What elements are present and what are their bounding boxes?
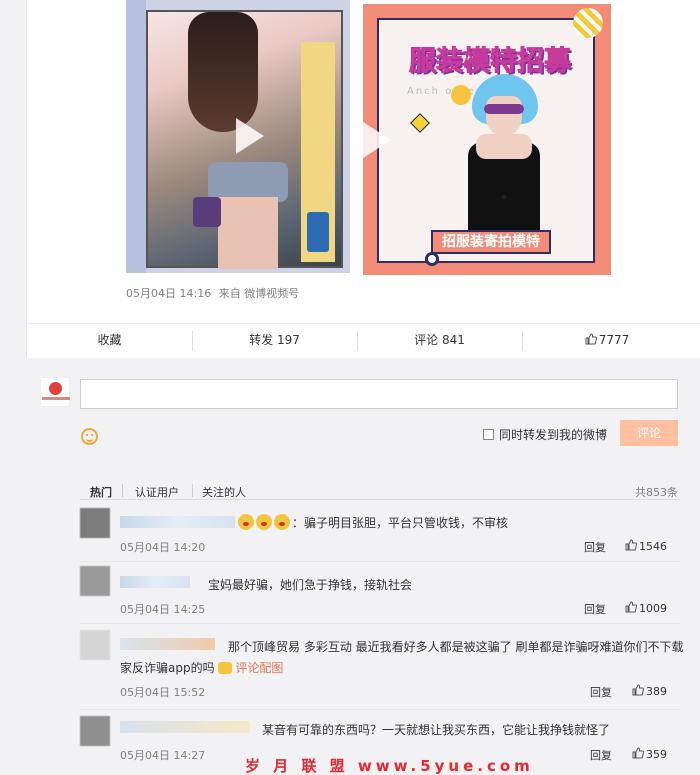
avatar[interactable] bbox=[40, 377, 70, 407]
like-button[interactable]: 1546 bbox=[625, 539, 667, 553]
avatar[interactable] bbox=[80, 630, 110, 660]
sidebar-tag bbox=[307, 212, 329, 252]
poster-dot-graphic bbox=[425, 252, 439, 266]
comment-input[interactable] bbox=[80, 379, 678, 409]
blurred-edge bbox=[126, 0, 146, 273]
comment-text-line1: 那个顶峰贸易 多彩互动 最近我看好多人都是被这骗了 刷单都是诈骗呀难道你们不下载 bbox=[228, 640, 684, 654]
shorts-shape bbox=[208, 162, 288, 202]
favorite-label: 收藏 bbox=[97, 333, 122, 347]
shocked-emoji-icon bbox=[274, 514, 290, 530]
comment-time: 05月04日 15:52 bbox=[120, 686, 206, 699]
lemon-graphic bbox=[451, 85, 471, 105]
thumb-up-icon bbox=[625, 539, 637, 551]
comment-label: 评论 841 bbox=[414, 333, 465, 347]
also-repost-checkbox[interactable]: 同时转发到我的微博 bbox=[483, 426, 607, 443]
shoulders-shape bbox=[476, 134, 532, 159]
shocked-emoji-icon bbox=[238, 514, 254, 530]
like-count: 389 bbox=[646, 685, 667, 698]
play-icon[interactable] bbox=[363, 122, 391, 158]
bag-shape bbox=[193, 197, 221, 227]
like-button[interactable]: 389 bbox=[632, 684, 667, 698]
site-watermark: 岁 月 联 盟 www.5yue.com bbox=[245, 757, 534, 775]
legs-shape bbox=[218, 197, 278, 269]
avatar[interactable] bbox=[80, 508, 110, 538]
striped-ball-graphic bbox=[573, 8, 603, 38]
post-time[interactable]: 05月04日 14:16 bbox=[126, 287, 211, 300]
thumb-up-icon bbox=[585, 333, 597, 345]
play-icon[interactable] bbox=[236, 118, 264, 154]
post-source[interactable]: 来自 微博视频号 bbox=[219, 287, 300, 300]
post-card: 服装模特招募 Anch order 招服装寄拍模特 05月04日 14:16 来… bbox=[26, 0, 700, 358]
comment-text: ：骗子明目张胆，平台只管收钱，不审核 bbox=[238, 514, 508, 531]
logo-text bbox=[42, 397, 70, 400]
comment-time: 05月04日 14:25 bbox=[120, 603, 206, 616]
like-count: 1009 bbox=[639, 602, 667, 615]
avatar[interactable] bbox=[80, 716, 110, 746]
comment-count: 共853条 bbox=[635, 486, 678, 499]
avatar[interactable] bbox=[80, 566, 110, 596]
like-button[interactable]: 7777 bbox=[522, 324, 692, 359]
comment-item: ：骗子明目张胆，平台只管收钱，不审核 05月04日 14:20 回复 1546 bbox=[80, 508, 680, 562]
username-blurred[interactable] bbox=[120, 516, 235, 528]
comment-item: 那个顶峰贸易 多彩互动 最近我看好多人都是被这骗了 刷单都是诈骗呀难道你们不下载… bbox=[80, 630, 684, 710]
thumb-up-icon bbox=[632, 684, 644, 696]
repost-label: 转发 197 bbox=[249, 333, 300, 347]
comment-body: 家反诈骗app的吗 bbox=[120, 661, 215, 675]
logo-icon bbox=[49, 382, 62, 395]
like-button[interactable]: 359 bbox=[632, 747, 667, 761]
reply-button[interactable]: 回复 bbox=[590, 684, 612, 700]
post-timestamp: 05月04日 14:16 来自 微博视频号 bbox=[126, 285, 303, 301]
comment-tabs: 热门 认证用户 关注的人 共853条 bbox=[80, 470, 680, 500]
like-count: 7777 bbox=[598, 333, 630, 347]
poster-banner: 招服装寄拍模特 bbox=[431, 230, 551, 254]
sunglasses-shape bbox=[484, 104, 524, 114]
action-bar: 收藏 转发 197 评论 841 7777 bbox=[27, 323, 700, 358]
divider bbox=[122, 484, 123, 497]
reply-button[interactable]: 回复 bbox=[590, 747, 612, 763]
tab-verified[interactable]: 认证用户 bbox=[135, 484, 179, 500]
comment-compose: 同时转发到我的微博 评论 bbox=[26, 358, 700, 458]
video-thumbnail-right[interactable]: 服装模特招募 Anch order 招服装寄拍模特 bbox=[363, 4, 611, 275]
reply-button[interactable]: 回复 bbox=[584, 539, 606, 555]
username-blurred[interactable] bbox=[120, 638, 215, 650]
comment-text: 宝妈最好骗，她们急于挣钱，接轨社会 bbox=[208, 578, 413, 592]
like-count: 1546 bbox=[639, 540, 667, 553]
emoji-icon[interactable] bbox=[81, 428, 98, 445]
ad-sidebar bbox=[301, 42, 335, 262]
comment-body: ：骗子明目张胆，平台只管收钱，不审核 bbox=[292, 516, 509, 530]
thumb-up-icon bbox=[625, 601, 637, 613]
comment-text-line2: 家反诈骗app的吗 评论配图 bbox=[120, 659, 283, 676]
reply-button[interactable]: 回复 bbox=[584, 601, 606, 617]
comment-time: 05月04日 14:20 bbox=[120, 541, 206, 554]
model-graphic bbox=[458, 74, 558, 252]
hair-shape bbox=[188, 12, 258, 132]
tab-following[interactable]: 关注的人 bbox=[202, 484, 246, 500]
like-count: 359 bbox=[646, 748, 667, 761]
username-blurred[interactable] bbox=[120, 721, 250, 733]
comment-text: 某音有可靠的东西吗？一天就想让我买东西，它能让我挣钱就怪了 bbox=[262, 723, 611, 737]
video-thumbnail-left[interactable] bbox=[126, 0, 350, 273]
comment-button[interactable]: 评论 841 bbox=[357, 324, 522, 359]
also-repost-label: 同时转发到我的微博 bbox=[499, 428, 608, 442]
favorite-button[interactable]: 收藏 bbox=[27, 324, 192, 359]
comment-item: 宝妈最好骗，她们急于挣钱，接轨社会 05月04日 14:25 回复 1009 bbox=[80, 566, 680, 624]
repost-button[interactable]: 转发 197 bbox=[192, 324, 357, 359]
comment-picture-link[interactable]: 评论配图 bbox=[235, 661, 283, 675]
comment-time: 05月04日 14:27 bbox=[120, 749, 206, 762]
like-button[interactable]: 1009 bbox=[625, 601, 667, 615]
tab-hot[interactable]: 热门 bbox=[90, 484, 112, 500]
submit-comment-button[interactable]: 评论 bbox=[620, 420, 678, 446]
thumb-up-icon bbox=[632, 747, 644, 759]
picture-icon bbox=[218, 662, 233, 674]
username-blurred[interactable] bbox=[120, 576, 190, 588]
checkbox-box[interactable] bbox=[483, 429, 494, 440]
shocked-emoji-icon bbox=[256, 514, 272, 530]
divider bbox=[192, 484, 193, 497]
face-shape bbox=[486, 96, 522, 136]
